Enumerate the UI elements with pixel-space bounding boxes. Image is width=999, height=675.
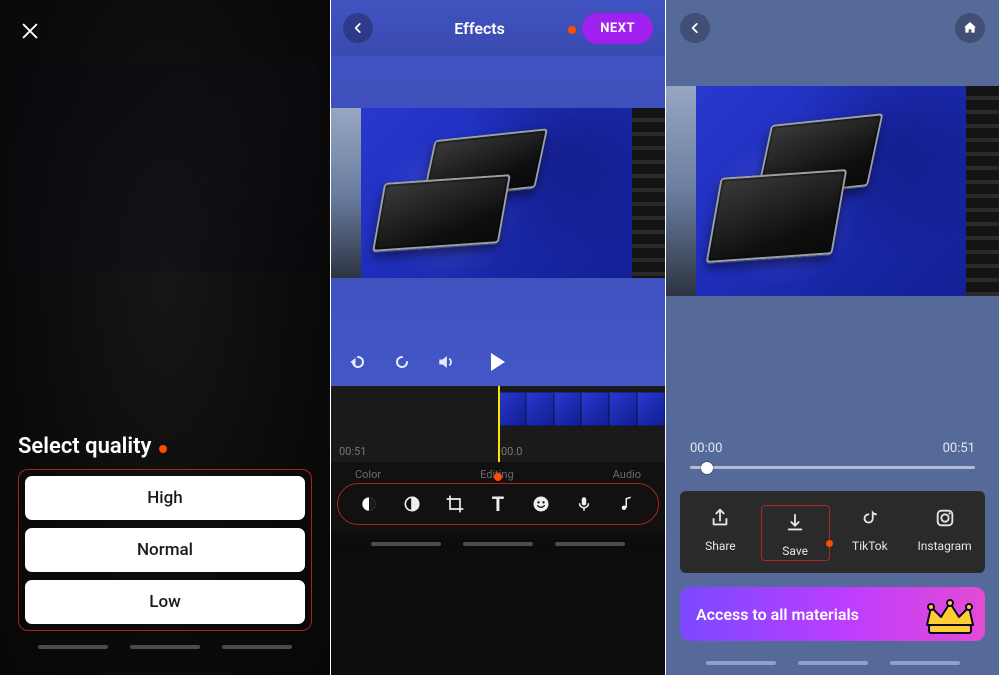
attention-dot-icon [826, 540, 833, 547]
tool-group-color: Color [355, 468, 381, 481]
instagram-label: Instagram [918, 539, 972, 553]
pane2-topbar: Effects NEXT [331, 0, 665, 56]
close-icon[interactable] [16, 17, 44, 45]
pane3-topbar [666, 0, 999, 56]
quality-option-low[interactable]: Low [25, 580, 305, 624]
timeline[interactable]: 00:51 00.0 [331, 386, 665, 462]
attention-dot-icon [159, 445, 167, 453]
next-button[interactable]: NEXT [582, 13, 653, 44]
quality-sheet: Select quality High Normal Low [0, 434, 330, 675]
instagram-icon [932, 505, 958, 531]
save-button[interactable]: Save [761, 505, 830, 561]
music-icon[interactable] [615, 492, 639, 516]
share-label: Share [705, 539, 736, 553]
pane1-preview-dimmed [14, 62, 316, 272]
pane1-topbar [0, 0, 330, 62]
tiktok-label: TikTok [852, 539, 888, 553]
save-label: Save [782, 544, 808, 558]
instagram-button[interactable]: Instagram [910, 505, 979, 561]
playback-controls [331, 338, 665, 386]
progress-track[interactable] [690, 466, 975, 469]
tool-oval: T [337, 483, 659, 525]
photo-phone-front [705, 169, 846, 263]
redo-icon[interactable] [389, 349, 415, 375]
emoji-icon[interactable] [529, 492, 553, 516]
pane-save-share: 00:00 00:51 Share Save [665, 0, 999, 675]
video-canvas-area [331, 56, 665, 386]
photo-phone-front [372, 174, 511, 252]
tool-strip: Color Editing Audio T [331, 462, 665, 532]
progress-time-end: 00:51 [943, 441, 975, 456]
volume-icon[interactable] [433, 349, 459, 375]
download-icon [782, 510, 808, 536]
quality-title: Select quality [18, 434, 151, 459]
progress-bar[interactable]: 00:00 00:51 [666, 433, 999, 483]
android-nav-indicator [18, 639, 312, 655]
promo-banner[interactable]: Access to all materials [680, 587, 985, 641]
promo-label: Access to all materials [696, 605, 859, 624]
pane-select-quality: Select quality High Normal Low [0, 0, 330, 675]
contrast-icon[interactable] [400, 492, 424, 516]
timeline-thumbnails [498, 392, 665, 426]
mic-icon[interactable] [572, 492, 596, 516]
quality-option-high[interactable]: High [25, 476, 305, 520]
quality-options-group: High Normal Low [18, 469, 312, 631]
share-icon [707, 505, 733, 531]
android-nav-indicator [331, 540, 665, 556]
pane-effects-editor: Effects NEXT [330, 0, 665, 675]
home-button[interactable] [955, 13, 985, 43]
back-button[interactable] [343, 13, 373, 43]
timeline-time-center: 00.0 [501, 445, 522, 458]
tiktok-icon [857, 505, 883, 531]
progress-knob[interactable] [701, 462, 713, 474]
attention-dot-icon [494, 473, 502, 481]
timeline-time-left: 00:51 [339, 445, 366, 458]
play-button[interactable] [477, 353, 519, 371]
tool-group-audio: Audio [613, 468, 641, 481]
share-button[interactable]: Share [686, 505, 755, 561]
share-actions: Share Save TikTok Instagram [680, 491, 985, 573]
saturation-icon[interactable] [357, 492, 381, 516]
tiktok-button[interactable]: TikTok [836, 505, 905, 561]
progress-time-start: 00:00 [690, 441, 722, 456]
quality-option-normal[interactable]: Normal [25, 528, 305, 572]
attention-dot-icon [568, 26, 576, 34]
crop-icon[interactable] [443, 492, 467, 516]
android-nav-indicator [666, 659, 999, 675]
undo-icon[interactable] [345, 349, 371, 375]
page-title: Effects [399, 19, 560, 38]
play-icon [491, 353, 505, 371]
crown-icon [923, 595, 977, 641]
back-button[interactable] [680, 13, 710, 43]
video-frame [331, 108, 665, 278]
video-preview [666, 56, 999, 334]
text-icon[interactable]: T [486, 492, 510, 516]
